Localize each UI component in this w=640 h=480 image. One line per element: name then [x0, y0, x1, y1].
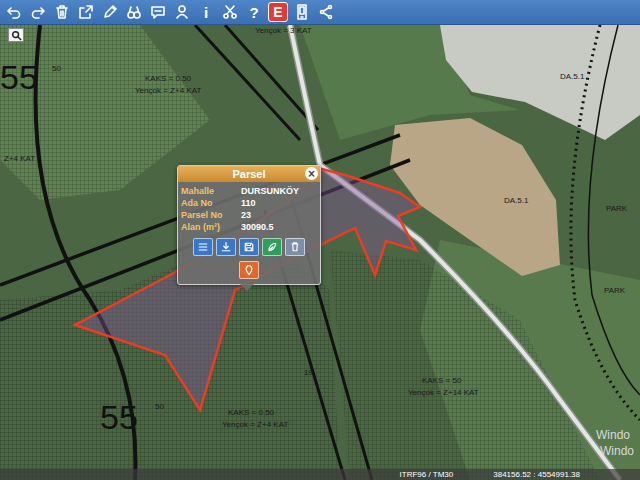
map-label: DA.5.1 [504, 197, 528, 206]
binoculars-button[interactable] [124, 2, 144, 22]
undo-button[interactable] [4, 2, 24, 22]
field-label: Ada No [181, 198, 241, 208]
e-plan-button[interactable]: E [268, 2, 288, 22]
search-button[interactable] [8, 28, 24, 42]
close-button[interactable]: × [305, 167, 318, 180]
leaf-button[interactable] [262, 238, 282, 256]
pencil-button[interactable] [100, 2, 120, 22]
field-row: Ada No110 [181, 197, 317, 209]
phone-button[interactable] [292, 2, 312, 22]
trash-button[interactable] [285, 238, 305, 256]
map-label: KAKS = 50 [422, 377, 461, 386]
railway [571, 25, 640, 420]
binoculars-icon [126, 4, 142, 20]
action-row [181, 238, 317, 256]
redo-icon [30, 4, 46, 20]
toolbar: i? E [0, 0, 640, 25]
trash-icon [54, 4, 70, 20]
field-value: 30090.5 [241, 222, 317, 232]
field-label: Parsel No [181, 210, 241, 220]
map-label: KAKS = 0.50 [228, 409, 274, 418]
list-icon [197, 241, 209, 253]
action-row [181, 261, 317, 279]
map[interactable]: 55 50 Yençok = 3 KAT KAKS = 0.50 Yençok = Z+… [0, 25, 640, 480]
map-label: 50 [52, 65, 61, 74]
map-label: Windo [596, 429, 630, 442]
status-bar: ITRF96 / TM30 384156.52 : 4554991.38 [0, 469, 640, 480]
map-label: PARK [604, 287, 625, 296]
download-icon [220, 241, 232, 253]
map-viewer: i? E 55 50 Yençok = 3 KAT KAKS = 0.50 Yençok =… [0, 0, 640, 480]
export-button[interactable] [76, 2, 96, 22]
map-label: Z+4 KAT [4, 155, 35, 164]
tool-label: ? [249, 5, 258, 20]
field-row: Alan (m²)30090.5 [181, 221, 317, 233]
field-value: 23 [241, 210, 317, 220]
field-label: Mahalle [181, 186, 241, 196]
railway [588, 25, 640, 395]
popup-pointer [240, 284, 254, 291]
popup-body: MahalleDURSUNKÖYAda No110Parsel No23Alan… [178, 182, 320, 284]
map-label: Windo [600, 445, 634, 458]
comment-button[interactable] [148, 2, 168, 22]
satellite-ground [0, 25, 640, 480]
magnifier-icon [11, 30, 22, 41]
pin-button[interactable] [239, 261, 259, 279]
trash-icon [289, 241, 301, 253]
person-button[interactable] [172, 2, 192, 22]
field-row: Parsel No23 [181, 209, 317, 221]
pin-icon [243, 264, 255, 276]
download-button[interactable] [216, 238, 236, 256]
coordinates: 384156.52 : 4554991.38 [493, 469, 580, 480]
phone-icon [294, 4, 310, 20]
leaf-icon [266, 241, 278, 253]
map-label: 55 [100, 399, 138, 436]
tool-label: i [204, 5, 208, 20]
plowed-field [390, 118, 560, 276]
map-label: Yençok = 3 KAT [255, 27, 312, 36]
map-label: DA.5.1 [560, 73, 584, 82]
map-label: Yençok = Z+4 KAT [222, 421, 288, 430]
field-label: Alan (m²) [181, 222, 241, 232]
field-value: DURSUNKÖY [241, 186, 317, 196]
map-label: PARK [606, 205, 627, 214]
parcel-popup: Parsel × MahalleDURSUNKÖYAda No110Parsel N… [177, 165, 321, 285]
scissors-button[interactable] [220, 2, 240, 22]
share-icon [318, 4, 334, 20]
pencil-icon [102, 4, 118, 20]
map-label: Yençok = Z+14 KAT [408, 389, 479, 398]
comment-icon [150, 4, 166, 20]
map-label: 55 [0, 59, 38, 96]
redo-button[interactable] [28, 2, 48, 22]
popup-header: Parsel × [178, 166, 320, 182]
save-icon [243, 241, 255, 253]
road [290, 25, 620, 480]
person-icon [174, 4, 190, 20]
field-row: MahalleDURSUNKÖY [181, 185, 317, 197]
list-button[interactable] [193, 238, 213, 256]
projection: ITRF96 / TM30 [400, 469, 454, 480]
popup-title: Parsel [232, 167, 265, 181]
glyph-button[interactable]: ? [244, 2, 264, 22]
field-value: 110 [241, 198, 317, 208]
road [290, 25, 620, 480]
tool-label: E [273, 5, 282, 19]
parcel-polygon[interactable] [75, 168, 420, 410]
map-label: 19 [304, 369, 313, 378]
save-button[interactable] [239, 238, 259, 256]
map-label: Yençok = Z+4 KAT [135, 87, 201, 96]
map-label: KAKS = 0.50 [145, 75, 191, 84]
export-icon [78, 4, 94, 20]
share-button[interactable] [316, 2, 336, 22]
trash-button[interactable] [52, 2, 72, 22]
undo-icon [6, 4, 22, 20]
map-label: 50 [155, 403, 164, 412]
glyph-button[interactable]: i [196, 2, 216, 22]
scissors-icon [222, 4, 238, 20]
